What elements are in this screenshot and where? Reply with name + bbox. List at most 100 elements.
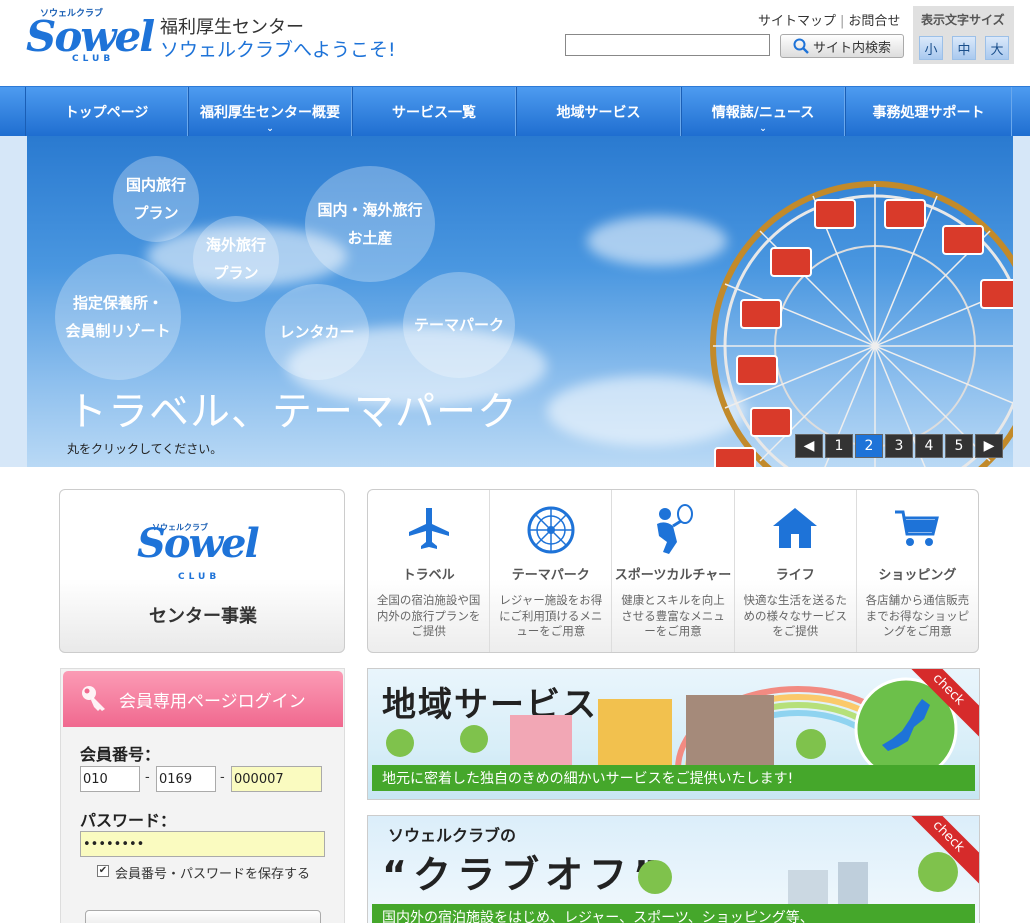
- member-number-label: 会員番号：: [80, 745, 161, 764]
- category-desc: 健康とスキルを向上させる豊富なメニューをご用意: [621, 593, 725, 638]
- club-off-strip: 国内外の宿泊施設をはじめ、レジャー、スポーツ、ショッピング等、: [372, 904, 975, 923]
- member-number-field-2[interactable]: 0169: [156, 766, 216, 792]
- page: ソウェルクラブ Sowel CLUB 福利厚生センター ソウェルクラブへようこそ…: [0, 0, 1030, 923]
- site-search-button[interactable]: サイト内検索: [780, 34, 904, 58]
- font-size-small-button[interactable]: 小: [919, 36, 943, 60]
- bubble-resort[interactable]: 指定保養所・ 会員制リゾート: [55, 254, 181, 380]
- sitemap-link[interactable]: サイトマップ: [758, 14, 836, 29]
- header: ソウェルクラブ Sowel CLUB 福利厚生センター ソウェルクラブへようこそ…: [0, 0, 1030, 86]
- nav-label: 事務処理サポート: [872, 105, 985, 121]
- pager-next-button[interactable]: ▶: [975, 434, 1003, 458]
- bubble-domestic-travel[interactable]: 国内旅行 プラン: [113, 156, 199, 242]
- member-number-field-1[interactable]: 010: [80, 766, 140, 792]
- nav-label: トップページ: [64, 105, 149, 121]
- global-nav: トップページ 福利厚生センター概要 ⌄ サービス一覧 地域サービス 情報誌/ニュ…: [0, 86, 1030, 137]
- club-off-title: “クラブオフ”: [382, 853, 664, 897]
- member-number-dash: -: [145, 770, 150, 785]
- bubble-text: 指定保養所・ 会員制リゾート: [65, 294, 171, 340]
- category-title: トラベル: [402, 568, 455, 583]
- nav-top-page[interactable]: トップページ: [25, 87, 188, 137]
- category-title: ライフ: [775, 568, 815, 583]
- ferris-wheel-icon: [527, 506, 575, 554]
- pager-prev-button[interactable]: ◀: [795, 434, 823, 458]
- logo-sub-text: CLUB: [72, 54, 115, 64]
- font-size-switcher: 表示文字サイズ 小 中 大: [913, 6, 1014, 64]
- category-desc: レジャー施設をお得にご利用頂けるメニューをご用意: [499, 593, 603, 638]
- category-travel[interactable]: トラベル 全国の宿泊施設や国内外の旅行プランをご提供: [368, 490, 491, 652]
- house-icon: [773, 508, 818, 548]
- regional-service-banner[interactable]: 地域サービス 地元に密着した独自のきめの細かいサービスをご提供いたします! ch…: [367, 668, 980, 800]
- font-size-large-button[interactable]: 大: [985, 36, 1009, 60]
- airplane-icon: [408, 508, 449, 549]
- bubble-theme-park[interactable]: テーマパーク: [403, 272, 515, 378]
- tree: [386, 729, 414, 757]
- hero-banner: 国内旅行 プラン 海外旅行 プラン 国内・海外旅行 お土産 指定保養所・ 会員制リゾート…: [0, 136, 1030, 467]
- nav-service-list[interactable]: サービス一覧: [352, 87, 516, 137]
- bubble-text: 国内・海外旅行 お土産: [317, 201, 423, 247]
- nav-regional-service[interactable]: 地域サービス: [516, 87, 681, 137]
- tree: [460, 725, 488, 753]
- hero-slide: 国内旅行 プラン 海外旅行 プラン 国内・海外旅行 お土産 指定保養所・ 会員制リゾート…: [27, 136, 1013, 467]
- building-yellow: [598, 699, 672, 767]
- login-button[interactable]: [85, 910, 321, 923]
- nav-label: 地域サービス: [556, 105, 641, 121]
- login-heading-bar: 会員専用ページログイン: [63, 671, 343, 727]
- category-title: ショッピング: [878, 568, 957, 583]
- font-size-medium-button[interactable]: 中: [952, 36, 976, 60]
- chevron-down-icon: ⌄: [759, 124, 767, 134]
- building-pink: [510, 715, 572, 767]
- category-shopping[interactable]: ショッピング 各店舗から通信販売までお得なショッピングをご用意: [857, 490, 978, 652]
- pager-page-4[interactable]: 4: [915, 434, 943, 458]
- nav-admin-support[interactable]: 事務処理サポート: [845, 87, 1012, 137]
- slide-pager: ◀ 1 2 3 4 5 ▶: [795, 434, 1003, 458]
- nav-label: 情報誌/ニュース: [711, 105, 815, 121]
- search-icon: [793, 38, 809, 54]
- member-number-field-3[interactable]: 000007: [231, 766, 322, 792]
- nav-label: サービス一覧: [392, 105, 476, 121]
- club-off-banner[interactable]: ソウェルクラブの “クラブオフ” 国内外の宿泊施設をはじめ、レジャー、スポーツ、…: [367, 815, 980, 923]
- contact-link[interactable]: お問合せ: [848, 14, 900, 29]
- building-grey: [788, 870, 828, 906]
- category-theme-park[interactable]: テーマパーク レジャー施設をお得にご利用頂けるメニューをご用意: [490, 490, 613, 652]
- category-menu: トラベル 全国の宿泊施設や国内外の旅行プランをご提供 テーマパーク レジャー施設…: [367, 489, 979, 653]
- password-field[interactable]: ••••••••: [80, 831, 325, 857]
- nav-center-overview[interactable]: 福利厚生センター概要 ⌄: [188, 87, 352, 137]
- tree: [918, 852, 958, 892]
- search-button-label: サイト内検索: [812, 40, 891, 56]
- sowel-club-logo[interactable]: ソウェルクラブ Sowel CLUB: [26, 6, 156, 72]
- building-brown: [686, 695, 774, 767]
- login-heading: 会員専用ページログイン: [119, 691, 306, 712]
- center-logo-main: Sowel: [137, 520, 260, 567]
- bubble-overseas-travel[interactable]: 海外旅行 プラン: [193, 216, 279, 302]
- bubble-text: 海外旅行 プラン: [205, 236, 266, 282]
- nav-magazine-news[interactable]: 情報誌/ニュース ⌄: [681, 87, 845, 137]
- center-business-title: センター事業: [149, 606, 257, 627]
- center-logo-sub: CLUB: [178, 572, 221, 582]
- center-business-link[interactable]: ソウェルクラブ Sowel CLUB センター事業: [59, 489, 345, 653]
- banner-note: 丸をクリックしてください。: [67, 442, 223, 456]
- category-desc: 全国の宿泊施設や国内外の旅行プランをご提供: [376, 593, 481, 638]
- top-links: サイトマップ | お問合せ: [758, 10, 900, 29]
- building-grey: [838, 862, 868, 906]
- bubble-souvenir[interactable]: 国内・海外旅行 お土産: [305, 166, 435, 282]
- welcome-line-2: ソウェルクラブへようこそ!: [160, 39, 396, 61]
- pager-page-1[interactable]: 1: [825, 434, 853, 458]
- remember-label[interactable]: 会員番号・パスワードを保存する: [115, 864, 315, 885]
- category-life[interactable]: ライフ 快適な生活を送るための様々なサービスをご提供: [735, 490, 857, 652]
- pager-page-3[interactable]: 3: [885, 434, 913, 458]
- pager-page-5[interactable]: 5: [945, 434, 973, 458]
- tree: [796, 729, 826, 759]
- category-sports-culture[interactable]: スポーツカルチャー 健康とスキルを向上させる豊富なメニューをご用意: [612, 490, 735, 652]
- tree: [638, 860, 672, 894]
- remember-checkbox[interactable]: ✔: [97, 865, 109, 877]
- category-title: テーマパーク: [511, 568, 590, 583]
- pager-page-2[interactable]: 2: [855, 434, 883, 458]
- search-input[interactable]: [565, 34, 770, 56]
- bubble-rental-car[interactable]: レンタカー: [265, 284, 369, 380]
- banner-title: トラベル、テーマパーク: [67, 389, 518, 435]
- nav-label: 福利厚生センター概要: [200, 105, 340, 121]
- category-title: スポーツカルチャー: [614, 568, 732, 583]
- link-separator: |: [840, 14, 845, 29]
- password-label: パスワード：: [80, 811, 177, 830]
- ferris-wheel-image: [710, 181, 1013, 467]
